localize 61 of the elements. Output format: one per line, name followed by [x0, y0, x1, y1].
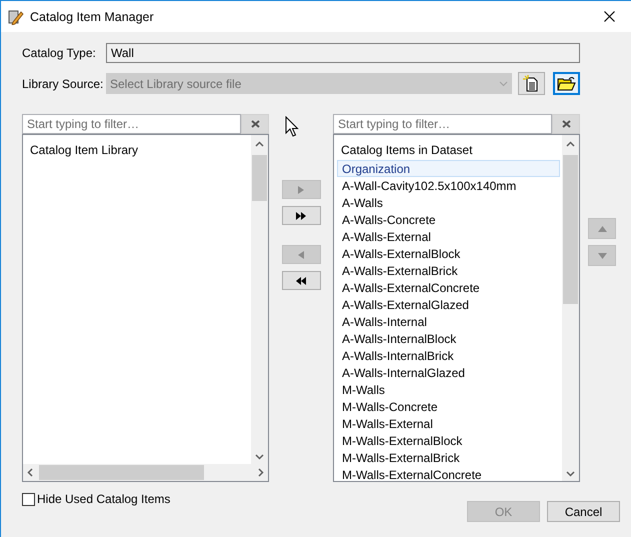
list-item[interactable]: A-Walls — [337, 194, 560, 211]
list-item[interactable]: A-Walls-ExternalGlazed — [337, 296, 560, 313]
checkbox[interactable] — [22, 492, 35, 506]
list-item[interactable]: A-Walls-ExternalBlock — [337, 245, 560, 262]
list-item[interactable]: M-Walls-External — [337, 415, 560, 432]
remove-all-button[interactable] — [282, 271, 320, 290]
window-title: Catalog Item Manager — [30, 10, 154, 24]
add-all-button[interactable] — [282, 206, 320, 225]
list-item[interactable]: A-Walls-InternalBrick — [337, 347, 560, 364]
list-item[interactable]: M-Walls-ExternalBrick — [337, 449, 560, 466]
scroll-down-icon[interactable] — [255, 454, 264, 460]
list-item[interactable]: M-Walls-ExternalConcrete — [337, 466, 560, 481]
scrollbar-thumb[interactable] — [563, 155, 578, 304]
scroll-left-icon[interactable] — [27, 468, 33, 477]
double-left-arrow-icon — [295, 276, 307, 286]
double-right-arrow-icon — [295, 210, 307, 220]
list-item[interactable]: A-Walls-InternalBlock — [337, 330, 560, 347]
close-icon — [250, 120, 260, 128]
filter-field[interactable]: Start typing to filter… — [22, 114, 241, 134]
pencil-document-icon — [8, 8, 24, 24]
clear-filter-button[interactable] — [552, 114, 580, 134]
list-item[interactable]: A-Walls-External — [337, 228, 560, 245]
cancel-button[interactable]: Cancel — [547, 501, 620, 522]
scroll-up-icon[interactable] — [255, 141, 264, 147]
field-label: Catalog Type: — [22, 46, 97, 60]
scrollbar-thumb[interactable] — [39, 465, 204, 480]
list-item[interactable]: A-Walls-Concrete — [337, 211, 560, 228]
catalog-type-field: Wall — [106, 42, 580, 62]
close-icon — [604, 11, 614, 22]
checkbox-label: Hide Used Catalog Items — [37, 492, 170, 506]
list-item[interactable]: M-Walls — [337, 381, 560, 398]
clear-filter-button[interactable] — [241, 114, 269, 134]
mouse-cursor-icon — [285, 116, 299, 138]
list-item[interactable]: A-Walls-ExternalBrick — [337, 262, 560, 279]
down-arrow-icon — [596, 250, 608, 260]
close-icon — [562, 120, 570, 128]
scrollbar-thumb[interactable] — [252, 155, 267, 201]
left-arrow-icon — [296, 250, 306, 260]
new-document-icon — [523, 75, 540, 92]
up-arrow-icon — [596, 224, 608, 234]
scroll-right-icon[interactable] — [258, 468, 264, 477]
list-header: Catalog Item Library — [29, 142, 140, 159]
list-item[interactable]: Organization — [337, 160, 560, 177]
list-item[interactable]: A-Wall-Cavity102.5x100x140mm — [337, 177, 560, 194]
vertical-scrollbar[interactable] — [251, 135, 268, 464]
list-item[interactable]: A-Walls-InternalGlazed — [337, 364, 560, 381]
list-item[interactable]: A-Walls-Internal — [337, 313, 560, 330]
scroll-up-icon[interactable] — [566, 141, 575, 147]
filter-field[interactable]: Start typing to filter… — [333, 114, 552, 134]
right-arrow-icon — [296, 184, 306, 194]
list-item[interactable]: M-Walls-ExternalBlock — [337, 432, 560, 449]
vertical-scrollbar[interactable] — [562, 135, 579, 481]
field-label: Library Source: — [22, 76, 104, 90]
list-item[interactable]: A-Walls-ExternalConcrete — [337, 279, 560, 296]
list-item[interactable]: M-Walls-Concrete — [337, 398, 560, 415]
open-file-button[interactable] — [553, 72, 580, 95]
horizontal-scrollbar[interactable] — [23, 464, 268, 481]
new-file-button[interactable] — [518, 72, 545, 95]
scroll-down-icon[interactable] — [566, 471, 575, 477]
open-folder-icon — [557, 76, 576, 91]
list-header: Catalog Items in Dataset — [340, 142, 474, 159]
